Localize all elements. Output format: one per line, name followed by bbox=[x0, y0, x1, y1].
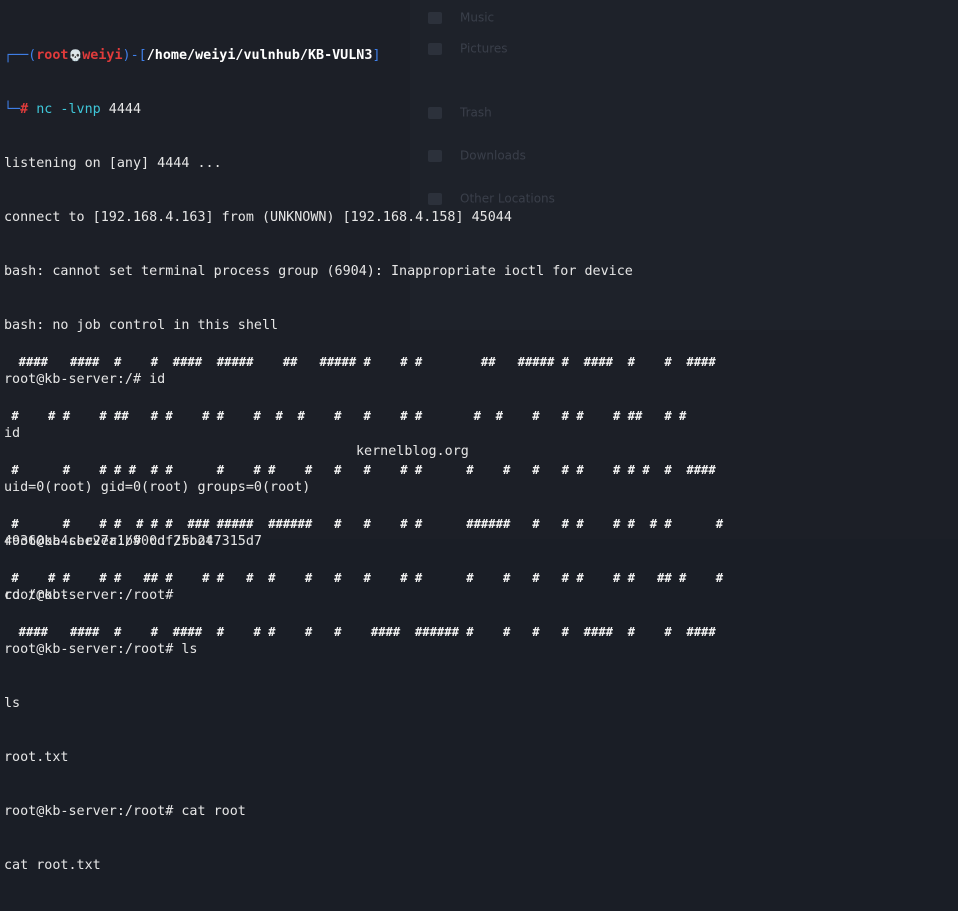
output-line: root@kb-server:/root# cat root bbox=[4, 804, 246, 819]
prompt-line-2: └─# nc -lvnp 4444 bbox=[4, 102, 142, 117]
banner-line: # # # # ## # # # # # # # # # # # # # # #… bbox=[4, 409, 687, 423]
banner-line: #### #### # # #### ##### ## ##### # # # … bbox=[4, 355, 716, 369]
output-line: ls bbox=[4, 696, 21, 711]
blog-url: kernelblog.org bbox=[356, 444, 469, 459]
root-flag-hash: 49360ba4cbe27a1b900df25b247315d7 bbox=[4, 534, 262, 549]
shell-prompt[interactable]: root@kb-server:/root# bbox=[4, 587, 262, 605]
output-line: listening on [any] 4444 ... bbox=[4, 156, 222, 171]
output-line: cat root.txt bbox=[4, 858, 101, 873]
terminal-window[interactable]: Music Pictures Trash Downloads Other Loc… bbox=[0, 0, 958, 873]
output-line: root.txt bbox=[4, 750, 69, 765]
skull-icon: 💀 bbox=[68, 49, 83, 62]
banner-line: # # # # # # # # # # # # # # # # # # # # … bbox=[4, 463, 716, 477]
prompt-line-1: ┌──(root💀weiyi)-[/home/weiyi/vulnhub/KB-… bbox=[4, 48, 381, 63]
output-line: bash: cannot set terminal process group … bbox=[4, 264, 633, 279]
terminal-tail: 49360ba4cbe27a1b900df25b247315d7 root@kb… bbox=[4, 497, 262, 641]
output-line: connect to [192.168.4.163] from (UNKNOWN… bbox=[4, 210, 512, 225]
